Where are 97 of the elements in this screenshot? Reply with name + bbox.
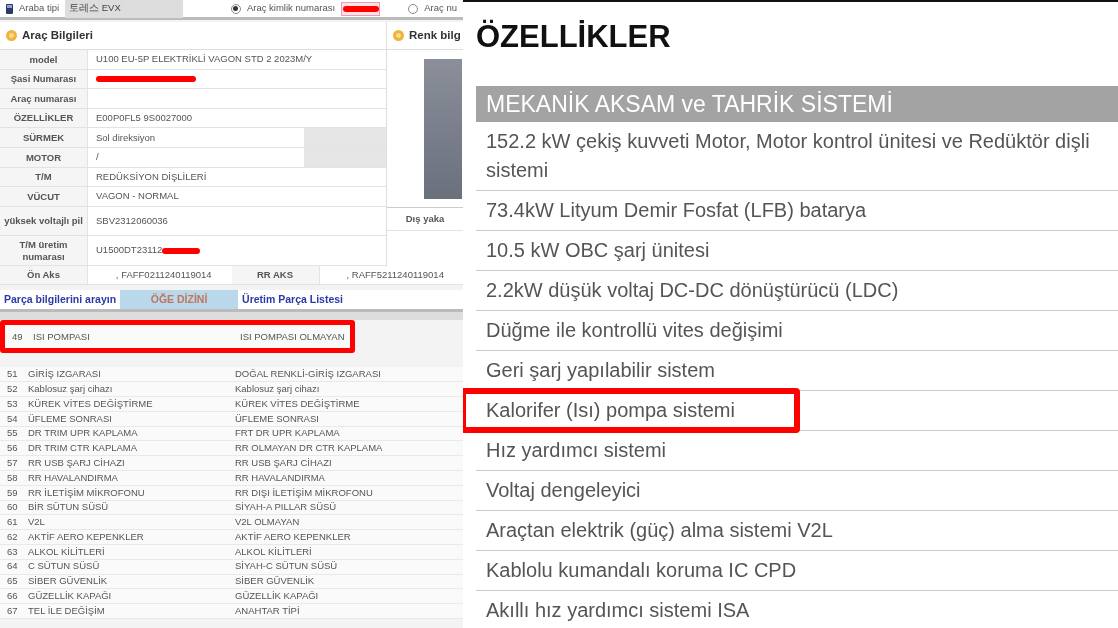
table-cell: RR HAVALANDIRMA	[235, 470, 325, 485]
field-value: E00P0FL5 9S0027000	[96, 110, 193, 125]
table-cell: GÜZELLİK KAPAĞI	[235, 589, 319, 604]
page-title: ÖZELLİKLER	[476, 18, 672, 56]
feature-text: Akıllı hız yardımcı sistemi ISA	[486, 599, 750, 621]
table-cell: KÜREK VİTES DEĞİŞTİRME	[235, 396, 360, 411]
field-value: , FAFF0211240119014	[115, 267, 212, 282]
table-cell-text: TEL İLE DEĞİŞİM	[28, 603, 106, 618]
table-cell-text: ANAHTAR TİPİ	[235, 603, 300, 618]
table-cell-text: V2L	[28, 515, 46, 530]
circle-icon	[6, 30, 17, 41]
radio-label: Araç kimlik numarası	[246, 1, 336, 16]
field-value: U100 EU-5P ELEKTRİKLİ VAGON STD 2 2023M/Y	[96, 52, 313, 67]
row-number: 55	[6, 426, 19, 441]
field-value: U1500DT23112	[96, 243, 163, 258]
table-cell-text: GÜZELLİK KAPAĞI	[28, 589, 113, 604]
feature-text: Kablolu kumandalı koruma IC CPD	[486, 559, 797, 581]
radio-button[interactable]	[230, 3, 241, 14]
table-cell: DOĞAL RENKLİ-GİRİŞ IZGARASI	[235, 367, 381, 382]
feature-text: 2.2kW düşük voltaj DC-DC dönüştürücü (LDC)	[486, 279, 899, 301]
feature-text: Voltaj dengeleyici	[486, 479, 641, 501]
row-number: 56	[6, 441, 19, 456]
row-number: 59	[6, 485, 19, 500]
feature-text: Kalorifer (Isı) pompa sistemi	[486, 399, 735, 421]
table-cell: ALKOL KİLİTLERİ	[235, 544, 312, 559]
radio-button[interactable]	[408, 3, 419, 14]
row-number: 60	[6, 500, 19, 515]
field-label: yüksek voltajlı pil	[0, 206, 88, 236]
field-value: SBV2312060036	[96, 213, 168, 228]
table-cell-text: Kablosuz şarj cihazı	[28, 381, 114, 396]
feature-text: Düğme ile kontrollü vites değişimi	[486, 319, 783, 341]
table-cell-text: RR İLETİŞİM MİKROFONU	[28, 485, 146, 500]
table-cell-text: GİRİŞ IZGARASI	[28, 367, 102, 382]
row-number: 53	[6, 396, 19, 411]
table-cell-text: RR HAVALANDIRMA	[28, 470, 119, 485]
table-cell-text: KÜREK VİTES DEĞİŞTİRME	[28, 396, 154, 411]
circle-icon	[393, 30, 404, 41]
field-label: VÜCUT	[0, 187, 88, 206]
table-cell-text: DR TRIM UPR KAPLAMA	[28, 426, 139, 441]
row-number: 58	[6, 470, 19, 485]
table-cell: SİBER GÜVENLİK	[235, 574, 315, 589]
table-cell-text: RR USB ŞARJ CİHAZI	[235, 455, 332, 470]
row-number: 64	[6, 559, 19, 574]
table-cell-text: BİR SÜTUN SÜSÜ	[28, 500, 110, 515]
column-label: Dış yaka	[387, 207, 463, 232]
table-cell-text: ÜFLEME SONRASI	[28, 411, 113, 426]
row-number: 62	[6, 529, 19, 544]
radio-label: Araç nu	[424, 1, 457, 16]
row-number: 49	[11, 329, 24, 344]
field-value: , RAFF5211240119014	[346, 267, 444, 282]
table-cell-text: C SÜTUN SÜSÜ	[28, 559, 101, 574]
section-heading: MEKANİK AKSAM ve TAHRİK SİSTEMİ	[476, 86, 1118, 122]
field-value: /	[96, 150, 99, 165]
row-number: 52	[6, 381, 19, 396]
table-cell: RR DIŞI İLETİŞİM MİKROFONU	[235, 485, 373, 500]
row-number: 54	[6, 411, 19, 426]
row-number: 66	[6, 589, 19, 604]
table-cell-text: Kablosuz şarj cihazı	[235, 381, 320, 396]
table-cell-text: SİBER GÜVENLİK	[28, 574, 109, 589]
section-title: Renk bilg	[409, 27, 461, 43]
field-label: Araba tipi	[19, 1, 60, 16]
table-cell-text: ALKOL KİLİTLERİ	[28, 544, 106, 559]
row-number: 57	[6, 455, 19, 470]
row-number: 67	[6, 603, 19, 618]
table-cell-text: DR TRIM CTR KAPLAMA	[28, 441, 139, 456]
input-field[interactable]	[341, 1, 381, 16]
field-label: Araç numarası	[0, 89, 88, 108]
field-label: SÜRMEK	[0, 128, 88, 147]
table-cell-text: AKTİF AERO KEPENKLER	[28, 529, 145, 544]
row-number: 65	[6, 574, 19, 589]
field-label: T/M üretim numarası	[0, 236, 88, 265]
table-cell: V2L OLMAYAN	[235, 515, 300, 530]
feature-text: 73.4kW Lityum Demir Fosfat (LFB) batarya	[486, 199, 867, 221]
table-cell: SİYAH-C SÜTUN SÜSÜ	[235, 559, 338, 574]
feature-text: Geri şarj yapılabilir sistem	[486, 359, 715, 381]
table-cell: ISI POMPASI OLMAYAN	[240, 329, 345, 344]
feature-text: 10.5 kW OBC şarj ünitesi	[486, 239, 710, 261]
row-number: 63	[6, 544, 19, 559]
feature-text: Araçtan elektrik (güç) alma sistemi V2L	[486, 519, 833, 541]
field-value: REDÜKSİYON DİŞLİLERİ	[96, 169, 207, 184]
feature-text: 152.2 kW çekiş kuvveti Motor, Motor kontrol ünitesi ve Redüktör dişli sistemi	[486, 130, 1090, 181]
row-number: 51	[6, 367, 19, 382]
field-label: model	[0, 50, 88, 69]
table-cell: ÜFLEME SONRASI	[235, 411, 319, 426]
table-cell-text: RR USB ŞARJ CİHAZI	[28, 455, 126, 470]
table-cell: FRT DR UPR KAPLAMA	[235, 426, 340, 441]
car-type-field[interactable]: 토레스 EVX	[65, 0, 184, 18]
section-title: Araç Bilgileri	[22, 27, 93, 43]
table-cell: RR OLMAYAN DR CTR KAPLAMA	[235, 441, 383, 456]
field-value: VAGON - NORMAL	[96, 189, 179, 204]
table-cell: SİYAH-A PILLAR SÜSÜ	[235, 500, 337, 515]
car-icon	[6, 3, 13, 14]
table-cell-text: ISI POMPASI	[33, 329, 91, 344]
feature-text: Hız yardımcı sistemi	[486, 439, 667, 461]
row-number: 61	[6, 515, 19, 530]
table-cell-text: AKTİF AERO KEPENKLER	[235, 529, 351, 544]
field-value: Sol direksiyon	[96, 130, 156, 145]
